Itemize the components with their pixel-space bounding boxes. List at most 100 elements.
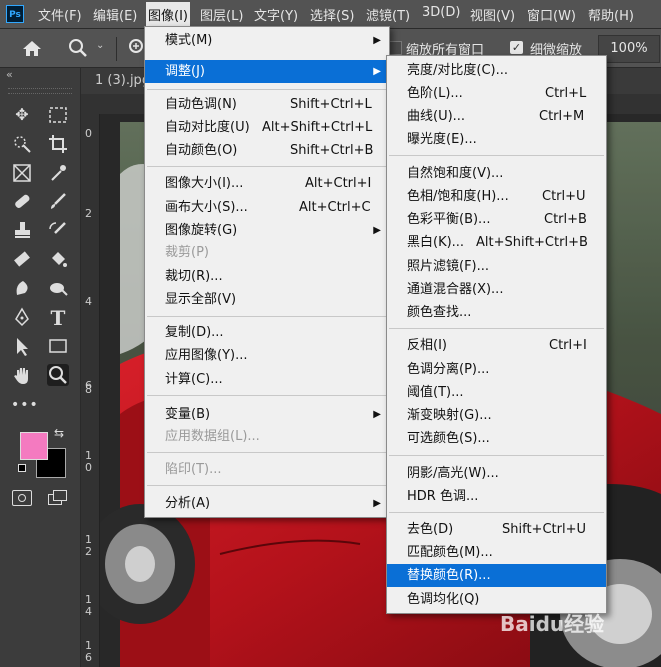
panel-grip[interactable] — [8, 88, 72, 94]
dodge-tool-icon[interactable] — [47, 277, 69, 299]
menu-item-exposure[interactable]: 曝光度(E)... — [387, 128, 606, 151]
foreground-color-swatch[interactable] — [20, 432, 48, 460]
menu-item-calculations[interactable]: 计算(C)... — [145, 368, 389, 391]
menu-item-selective-color[interactable]: 可选颜色(S)... — [387, 427, 606, 450]
menu-item-black-white[interactable]: 黑白(K)... Alt+Shift+Ctrl+B — [387, 231, 606, 254]
quick-selection-icon[interactable] — [11, 133, 33, 155]
menu-item-hue-saturation[interactable]: 色相/饱和度(H)... Ctrl+U — [387, 185, 606, 208]
ruler-label: 1 6 — [85, 639, 92, 664]
menu-item-auto-color[interactable]: 自动颜色(O) Shift+Ctrl+B — [145, 139, 389, 162]
zoom-tool-icon[interactable] — [47, 364, 69, 386]
menu-item-variables[interactable]: 变量(B) ▶ — [145, 403, 389, 426]
menu-item-image-rotation[interactable]: 图像旋转(G) ▶ — [145, 219, 389, 242]
watermark: Baidu经验 — [500, 612, 605, 636]
menu-item-trim[interactable]: 裁切(R)... — [145, 265, 389, 288]
menu-item-brightness-contrast[interactable]: 亮度/对比度(C)... — [387, 59, 606, 82]
menu-separator — [147, 166, 387, 167]
menu-item-duplicate[interactable]: 复制(D)... — [145, 321, 389, 344]
menu-item-crop: 裁剪(P) — [165, 245, 209, 260]
menu-item-reveal-all[interactable]: 显示全部(V) — [145, 288, 389, 311]
quick-mask-icon[interactable] — [12, 490, 32, 506]
collapse-panel-icon[interactable]: « — [6, 68, 13, 81]
chevron-right-icon: ▶ — [373, 35, 381, 46]
home-icon[interactable] — [22, 39, 42, 57]
screen-mode-icon[interactable] — [48, 490, 67, 505]
menu-item-image-size[interactable]: 图像大小(I)... Alt+Ctrl+I — [145, 172, 389, 195]
menu-filter[interactable]: 滤镜(T) — [366, 5, 410, 24]
menu-item-match-color[interactable]: 匹配颜色(M)... — [387, 541, 606, 564]
brush-tool-icon[interactable] — [47, 190, 69, 212]
scrubby-zoom-checkbox[interactable]: ✓ — [510, 41, 523, 54]
menu-item-invert[interactable]: 反相(I) Ctrl+I — [387, 334, 606, 357]
pen-tool-icon[interactable] — [11, 306, 33, 328]
eraser-icon[interactable] — [11, 248, 33, 270]
menu-item-gradient-map[interactable]: 渐变映射(G)... — [387, 404, 606, 427]
menu-3d[interactable]: 3D(D) — [422, 5, 460, 20]
frame-tool-icon[interactable] — [11, 162, 33, 184]
menu-item-hdr-toning[interactable]: HDR 色调... — [387, 485, 606, 508]
menu-item-color-lookup[interactable]: 颜色查找... — [387, 301, 606, 324]
menu-separator — [389, 512, 604, 513]
crop-tool-icon[interactable] — [47, 133, 69, 155]
chevron-down-icon[interactable]: ⌄ — [96, 40, 104, 51]
menu-item-color-balance[interactable]: 色彩平衡(B)... Ctrl+B — [387, 208, 606, 231]
type-tool-icon[interactable]: T — [47, 306, 69, 330]
menu-type[interactable]: 文字(Y) — [254, 5, 298, 24]
paint-bucket-icon[interactable] — [47, 248, 69, 270]
more-tools-icon[interactable]: ••• — [11, 394, 38, 416]
blur-tool-icon[interactable] — [11, 277, 33, 299]
default-colors-icon[interactable] — [18, 464, 26, 472]
menu-item-mode[interactable]: 模式(M) ▶ — [145, 29, 389, 52]
history-brush-icon[interactable] — [47, 219, 69, 241]
menu-separator — [389, 328, 604, 329]
menu-item-auto-tone[interactable]: 自动色调(N) Shift+Ctrl+L — [145, 93, 389, 116]
menu-item-levels[interactable]: 色阶(L)... Ctrl+L — [387, 82, 606, 105]
menu-image[interactable]: 图像(I) — [146, 2, 190, 27]
menu-item-analysis[interactable]: 分析(A) ▶ — [145, 492, 389, 515]
healing-brush-icon[interactable] — [11, 190, 33, 212]
swap-colors-icon[interactable]: ⇆ — [54, 426, 64, 440]
move-tool-icon[interactable]: ✥ — [11, 104, 33, 126]
ruler-label: 1 0 — [85, 449, 92, 474]
menu-item-replace-color[interactable]: 替换颜色(R)... — [387, 564, 606, 587]
menu-help[interactable]: 帮助(H) — [588, 5, 634, 24]
menu-item-threshold[interactable]: 阈值(T)... — [387, 381, 606, 404]
marquee-tool-icon[interactable] — [47, 104, 69, 126]
menu-edit[interactable]: 编辑(E) — [93, 5, 137, 24]
zoom-tool-icon[interactable] — [68, 38, 90, 58]
rectangle-tool-icon[interactable] — [47, 335, 69, 357]
menu-item-shadows-highlights[interactable]: 阴影/高光(W)... — [387, 462, 606, 485]
menu-item-channel-mixer[interactable]: 通道混合器(X)... — [387, 278, 606, 301]
menu-separator — [389, 455, 604, 456]
menu-layer[interactable]: 图层(L) — [200, 5, 243, 24]
eyedropper-icon[interactable] — [47, 162, 69, 184]
chevron-right-icon: ▶ — [373, 66, 381, 77]
hand-tool-icon[interactable] — [11, 364, 33, 386]
menu-bar: Ps 文件(F) 编辑(E) 图像(I) 图层(L) 文字(Y) 选择(S) 滤… — [0, 0, 661, 29]
menu-view[interactable]: 视图(V) — [470, 5, 515, 24]
menu-file[interactable]: 文件(F) — [38, 5, 82, 24]
menu-separator — [147, 395, 387, 396]
menu-item-desaturate[interactable]: 去色(D) Shift+Ctrl+U — [387, 518, 606, 541]
photoshop-logo[interactable]: Ps — [6, 5, 24, 23]
chevron-right-icon: ▶ — [373, 409, 381, 420]
menu-item-adjustments[interactable]: 调整(J) ▶ — [145, 60, 389, 83]
path-selection-icon[interactable] — [11, 335, 33, 357]
chevron-right-icon: ▶ — [373, 498, 381, 509]
ruler-label: 1 2 — [85, 533, 92, 558]
ruler-label: 8 — [85, 383, 92, 396]
clone-stamp-icon[interactable] — [11, 219, 33, 241]
menu-item-photo-filter[interactable]: 照片滤镜(F)... — [387, 255, 606, 278]
menu-item-vibrance[interactable]: 自然饱和度(V)... — [387, 162, 606, 185]
document-tab[interactable]: 1 (3).jpg — [95, 73, 150, 88]
menu-item-curves[interactable]: 曲线(U)... Ctrl+M — [387, 105, 606, 128]
menu-window[interactable]: 窗口(W) — [527, 5, 576, 24]
resize-windows-checkbox[interactable] — [388, 41, 402, 55]
divider — [116, 37, 117, 61]
menu-item-apply-image[interactable]: 应用图像(Y)... — [145, 344, 389, 367]
menu-item-auto-contrast[interactable]: 自动对比度(U) Alt+Shift+Ctrl+L — [145, 116, 389, 139]
zoom-percent-button[interactable]: 100% — [598, 35, 660, 63]
menu-item-canvas-size[interactable]: 画布大小(S)... Alt+Ctrl+C — [145, 196, 389, 219]
menu-select[interactable]: 选择(S) — [310, 5, 354, 24]
menu-item-posterize[interactable]: 色调分离(P)... — [387, 358, 606, 381]
